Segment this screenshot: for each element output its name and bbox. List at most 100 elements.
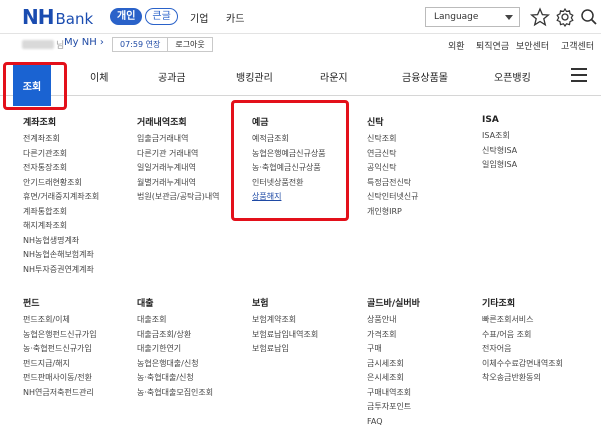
menu-item[interactable]: 보험료납입: [252, 342, 318, 357]
nav-product-mall[interactable]: 금융상품몰: [402, 69, 448, 84]
logo-nh: NH: [22, 5, 55, 29]
menu-item[interactable]: NH농협손해보험계좌: [23, 248, 99, 263]
menu-col-title: 거래내역조회: [137, 118, 187, 128]
retirement-pension-link[interactable]: 퇴직연금: [476, 39, 509, 52]
menu-col-transactions: 거래내역조회 입출금거래내역 다른기관 거래내역 일일거래누계내역 월별거래누계…: [137, 115, 220, 205]
menu-item[interactable]: 구매: [367, 342, 420, 357]
menu-item[interactable]: 대출조회: [137, 313, 213, 328]
menu-col-title: 신탁: [367, 118, 384, 128]
menu-item[interactable]: 펀드지급/해지: [23, 357, 97, 372]
foreign-exchange-link[interactable]: 외환: [448, 39, 465, 52]
menu-col-isa: ISA ISA조회 신탁형ISA 일임형ISA: [482, 115, 517, 173]
menu-item[interactable]: 일임형ISA: [482, 158, 517, 173]
menu-item[interactable]: 상품안내: [367, 313, 420, 328]
menu-item[interactable]: 수표/어음 조회: [482, 328, 563, 343]
nav-transfer[interactable]: 이체: [90, 69, 108, 84]
menu-item[interactable]: 보험료납입내역조회: [252, 328, 318, 343]
menu-item[interactable]: 착오송금반환동의: [482, 371, 563, 386]
menu-item[interactable]: 다른기관 거래내역: [137, 147, 220, 162]
menu-item[interactable]: 안기드래현황조회: [23, 176, 99, 191]
menu-col-insurance: 보험 보험계약조회 보험료납입내역조회 보험료납입: [252, 296, 318, 357]
menu-item[interactable]: 입출금거래내역: [137, 132, 220, 147]
menu-item[interactable]: 농·축협대출모집인조회: [137, 386, 213, 401]
menu-item[interactable]: 구매내역조회: [367, 386, 420, 401]
menu-item[interactable]: NH연금저축펀드관리: [23, 386, 97, 401]
menu-item[interactable]: ISA조회: [482, 129, 517, 144]
personal-tab[interactable]: 개인: [110, 8, 143, 25]
menu-col-title: 펀드: [23, 299, 40, 309]
menu-col-title: 계좌조회: [23, 118, 57, 128]
star-icon[interactable]: [530, 7, 550, 27]
menu-item[interactable]: 펀드판매사이동/전환: [23, 371, 97, 386]
menu-item[interactable]: 가격조회: [367, 328, 420, 343]
menu-item[interactable]: 펀드조회/이체: [23, 313, 97, 328]
menu-col-account: 계좌조회 전계좌조회 다른기관조회 전자통장조회 안기드래현황조회 휴면/거래중…: [23, 115, 99, 277]
menu-item[interactable]: 전계좌조회: [23, 132, 99, 147]
security-center-link[interactable]: 보안센터: [516, 39, 549, 52]
corporate-link[interactable]: 기업: [190, 10, 208, 25]
menu-col-title: 대출: [137, 299, 154, 309]
hamburger-menu-icon[interactable]: [571, 68, 587, 82]
menu-item[interactable]: FAQ: [367, 415, 420, 430]
menu-item[interactable]: 해지계좌조회: [23, 219, 99, 234]
menu-item[interactable]: 대출금조회/상환: [137, 328, 213, 343]
menu-item[interactable]: 대출기한연기: [137, 342, 213, 357]
menu-item[interactable]: 공익신탁: [367, 161, 419, 176]
menu-item[interactable]: 특정금전신탁: [367, 176, 419, 191]
menu-col-fund: 펀드 펀드조회/이체 농협은행펀드신규가입 농·축협펀드신규가입 펀드지급/해지…: [23, 296, 97, 400]
menu-item[interactable]: 이체수수료감면내역조회: [482, 357, 563, 372]
menu-item[interactable]: 보험계약조회: [252, 313, 318, 328]
main-nav: 이체 공과금 뱅킹관리 라운지 금융상품몰 오픈뱅킹: [0, 56, 601, 96]
gear-icon[interactable]: [555, 7, 575, 27]
nav-open-banking[interactable]: 오픈뱅킹: [494, 69, 531, 84]
card-link[interactable]: 카드: [226, 10, 244, 25]
my-nh-link[interactable]: My NH ›: [64, 37, 104, 48]
logout-button[interactable]: 로그아웃: [168, 38, 211, 51]
language-label: Language: [434, 12, 479, 22]
menu-item[interactable]: 금시세조회: [367, 357, 420, 372]
session-extend-button[interactable]: 07:59 연장: [113, 38, 169, 51]
menu-item[interactable]: 농·축협펀드신규가입: [23, 342, 97, 357]
nh-bank-logo[interactable]: NH Bank: [22, 5, 93, 29]
menu-item[interactable]: 농협은행펀드신규가입: [23, 328, 97, 343]
menu-item[interactable]: 월별거래누계내역: [137, 176, 220, 191]
menu-item[interactable]: 신탁조회: [367, 132, 419, 147]
highlight-box-inquiry: [3, 62, 67, 110]
menu-item[interactable]: NH농협생명계좌: [23, 234, 99, 249]
logo-bank: Bank: [55, 10, 94, 28]
menu-col-title: 기타조회: [482, 299, 516, 309]
menu-item[interactable]: 농·축협대출/신청: [137, 371, 213, 386]
highlight-box-deposit: [231, 100, 349, 221]
nav-banking-management[interactable]: 뱅킹관리: [236, 69, 273, 84]
menu-item[interactable]: 개인형IRP: [367, 205, 419, 220]
menu-item[interactable]: 연금신탁: [367, 147, 419, 162]
large-text-tab[interactable]: 큰글: [145, 8, 178, 25]
nav-lounge[interactable]: 라운지: [320, 69, 348, 84]
top-bar: NH Bank 개인 큰글 기업 카드 Language: [0, 0, 601, 34]
menu-col-others: 기타조회 빠른조회서비스 수표/어음 조회 전자어음 이체수수료감면내역조회 착…: [482, 296, 563, 386]
menu-item[interactable]: 일일거래누계내역: [137, 161, 220, 176]
menu-item[interactable]: 전자통장조회: [23, 161, 99, 176]
language-select[interactable]: Language: [425, 7, 520, 27]
nav-utility-bills[interactable]: 공과금: [158, 69, 186, 84]
menu-item[interactable]: 전자어음: [482, 342, 563, 357]
menu-col-title: ISA: [482, 115, 499, 125]
menu-item[interactable]: 농협은행대출/신청: [137, 357, 213, 372]
menu-item[interactable]: 신탁인터넷신규: [367, 190, 419, 205]
menu-item[interactable]: 신탁형ISA: [482, 144, 517, 159]
menu-item[interactable]: 빠른조회서비스: [482, 313, 563, 328]
mode-segment: 개인 큰글: [110, 8, 181, 25]
menu-item[interactable]: 금투자포인트: [367, 400, 420, 415]
chevron-down-icon: [505, 15, 513, 20]
menu-item[interactable]: 은시세조회: [367, 371, 420, 386]
menu-item[interactable]: 계좌통합조회: [23, 205, 99, 220]
menu-item[interactable]: 법원(보관금/공탁금)내역: [137, 190, 220, 205]
search-icon[interactable]: [579, 7, 599, 27]
menu-col-gold-silver: 골드바/실버바 상품안내 가격조회 구매 금시세조회 은시세조회 구매내역조회 …: [367, 296, 420, 429]
menu-col-title: 보험: [252, 299, 269, 309]
user-name-masked: [22, 40, 54, 49]
menu-item[interactable]: 휴면/거래중지계좌조회: [23, 190, 99, 205]
customer-center-link[interactable]: 고객센터: [561, 39, 594, 52]
menu-item[interactable]: 다른기관조회: [23, 147, 99, 162]
menu-item[interactable]: NH투자증권연계계좌: [23, 263, 99, 278]
